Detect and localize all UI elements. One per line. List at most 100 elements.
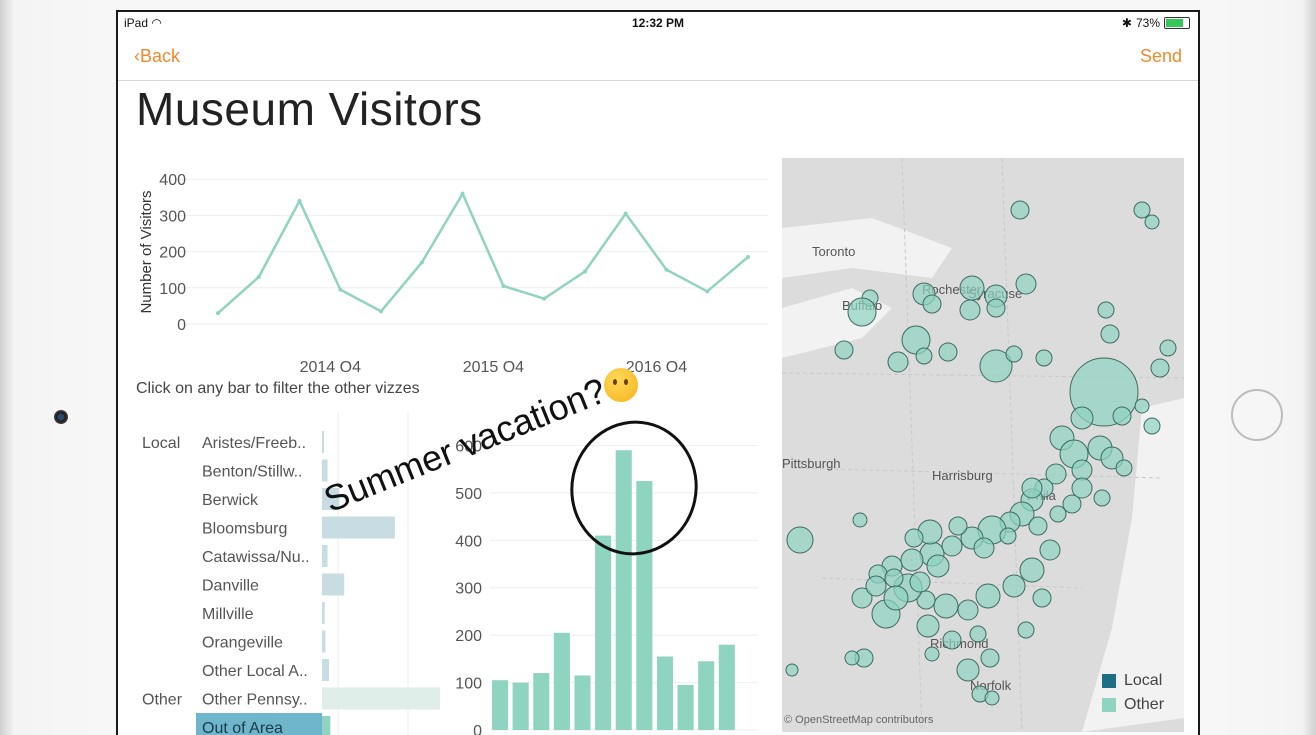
data-point <box>501 284 506 288</box>
map-bubble <box>941 535 963 557</box>
navigation-bar: ‹Back Send <box>118 40 1198 81</box>
map-bubble <box>922 294 942 314</box>
front-camera <box>54 410 68 424</box>
map-bubble <box>865 575 887 597</box>
map-bubble <box>956 658 980 682</box>
map-bubble <box>1015 273 1037 295</box>
map-bubble <box>847 297 877 327</box>
dashboard-title: Museum Visitors <box>136 83 483 135</box>
map-bubble <box>1002 574 1026 598</box>
map-bubble <box>938 342 958 362</box>
map-bubble <box>980 648 1000 668</box>
data-point <box>664 267 669 272</box>
map-bubble <box>904 528 924 548</box>
map-bubble <box>1021 477 1043 499</box>
map-bubble <box>785 663 799 677</box>
x-tick-label: 2014 Q4 <box>300 359 361 372</box>
bar <box>322 545 328 567</box>
bar <box>656 656 674 730</box>
map-bubble <box>786 526 814 554</box>
map-bubble <box>1010 200 1030 220</box>
legend-item-local: Local <box>1102 672 1164 690</box>
clock: 12:32 PM <box>631 16 685 30</box>
map-bubble <box>916 614 940 638</box>
map-bubble <box>969 625 987 643</box>
category-label: Millville <box>202 606 254 623</box>
bar <box>553 632 570 730</box>
map-bubble <box>1093 489 1111 507</box>
map-bubble <box>933 593 959 619</box>
map-bubble <box>948 516 968 536</box>
map-bubble <box>984 690 1000 706</box>
visitors-line-chart[interactable]: 0 100 200 300 400Number of Visitors 2014 Q4 20… <box>118 152 778 372</box>
bar <box>322 431 325 453</box>
map-bubble <box>834 340 854 360</box>
category-label: Other Pennsy.. <box>202 692 308 709</box>
visitor-map[interactable]: TorontoBuffaloRochesterSyracusePittsburg… <box>782 158 1184 732</box>
map-bubble <box>975 583 1001 609</box>
category-label: Berwick <box>202 492 259 509</box>
map-bubble <box>1062 494 1082 514</box>
category-label: Aristes/Freeb.. <box>202 435 306 452</box>
map-bubble <box>1039 539 1061 561</box>
map-bubble <box>1071 459 1093 481</box>
bar <box>322 630 326 653</box>
group-label: Local <box>142 435 180 452</box>
map-city-label: Pittsburgh <box>782 456 841 471</box>
y-tick-label: 300 <box>159 208 186 225</box>
send-button[interactable]: Send <box>1140 46 1182 67</box>
map-city-label: Toronto <box>812 244 855 259</box>
map-bubble <box>1070 406 1094 430</box>
legend-item-other: Other <box>1102 696 1164 714</box>
thinking-face-icon <box>604 368 638 402</box>
status-bar: iPad ◠ 12:32 PM ✱ 73% <box>118 12 1198 36</box>
y-tick-label: 400 <box>159 172 186 189</box>
category-label: Catawissa/Nu.. <box>202 549 310 566</box>
y-tick-label: 100 <box>159 281 186 298</box>
map-bubble <box>844 650 860 666</box>
filter-hint: Click on any bar to filter the other viz… <box>136 380 420 397</box>
category-label: Danville <box>202 578 259 595</box>
bar <box>718 644 735 730</box>
lake-ontario <box>782 218 952 278</box>
map-attribution: © OpenStreetMap contributors <box>784 714 934 726</box>
map-bubble <box>1017 621 1035 639</box>
map-bubble <box>1005 345 1023 363</box>
map-bubble <box>1150 358 1170 378</box>
data-point <box>338 287 343 292</box>
map-bubble <box>883 585 909 611</box>
map-bubble <box>887 351 909 373</box>
status-right: ✱ 73% <box>1122 16 1190 30</box>
category-label: Benton/Stillw.. <box>202 464 303 481</box>
map-bubble <box>942 630 962 650</box>
bar <box>574 675 591 730</box>
map-bubble <box>924 646 940 662</box>
map-bubble <box>986 298 1006 318</box>
bar <box>492 680 509 730</box>
visitors-line <box>217 190 749 315</box>
map-bubble <box>959 275 985 301</box>
map-bubble <box>1028 516 1048 536</box>
y-tick-label: 400 <box>455 533 482 550</box>
x-tick-label: 2016 Q4 <box>626 359 687 372</box>
bar <box>322 716 331 735</box>
battery-icon <box>1164 17 1190 29</box>
data-point <box>216 311 220 316</box>
data-point <box>705 289 710 294</box>
y-tick-label: 500 <box>455 486 482 503</box>
map-bubble <box>1100 324 1120 344</box>
map-bubble <box>957 599 979 621</box>
data-point <box>746 255 750 260</box>
map-bubble <box>1032 588 1052 608</box>
map-bubble <box>1133 201 1151 219</box>
data-point <box>542 296 547 301</box>
map-bubble <box>1144 214 1160 230</box>
y-tick-label: 200 <box>455 628 482 645</box>
data-point <box>419 260 424 265</box>
map-bubble <box>973 537 995 559</box>
bar <box>322 602 325 624</box>
data-point <box>582 269 587 274</box>
ipad-screen: iPad ◠ 12:32 PM ✱ 73% ‹Back Send Museum … <box>116 10 1200 735</box>
back-button[interactable]: ‹Back <box>134 46 180 67</box>
home-button[interactable] <box>1231 389 1283 441</box>
